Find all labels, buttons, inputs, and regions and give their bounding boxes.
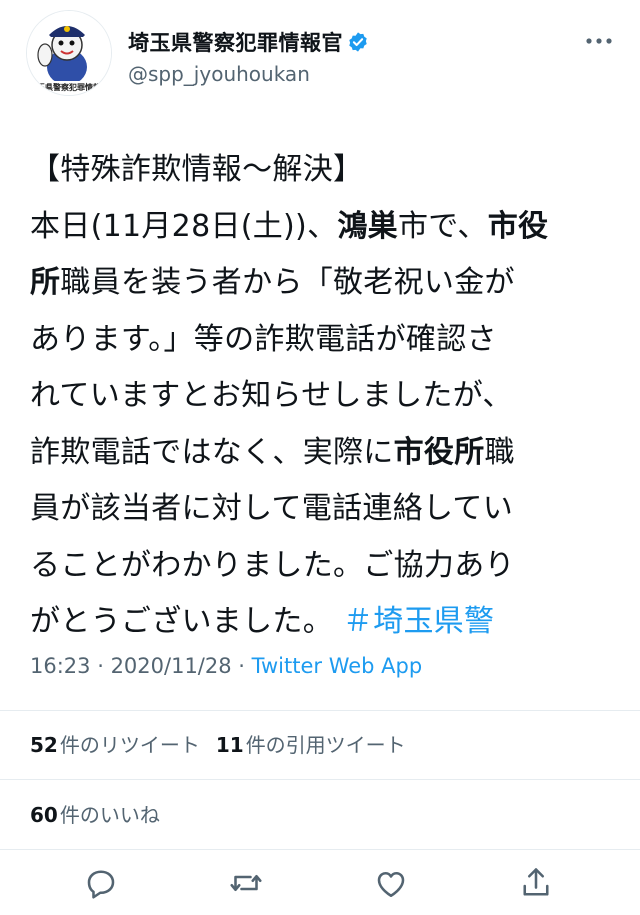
likes-label: 件のいいね xyxy=(59,803,160,827)
tweet-text-span: 職員を装う者から「敬老祝い金が xyxy=(60,265,515,300)
retweets-stat[interactable]: 52 件のリツイート xyxy=(30,729,200,758)
tweet-line: れていますとお知らせしましたが、 xyxy=(30,378,513,413)
tweet-header: 埼玉県警察犯罪情報官 埼玉県警察犯罪情報官 @spp_jyouhoukan xyxy=(0,0,640,110)
tweet-text-span: 職 xyxy=(484,434,515,470)
tweet-time[interactable]: 16:23 xyxy=(30,654,91,678)
tweet-line: 員が該当者に対して電話連絡してい xyxy=(30,491,513,526)
share-icon xyxy=(523,868,549,896)
reply-icon xyxy=(87,870,115,899)
avatar[interactable]: 埼玉県警察犯罪情報官 xyxy=(26,10,112,96)
meta-separator: · xyxy=(90,654,111,678)
tweet-text-span: 詐欺電話ではなく、実際に xyxy=(30,434,394,470)
tweet-actions-bar xyxy=(0,855,640,911)
likes-stat[interactable]: 60 件のいいね xyxy=(30,799,160,828)
quotes-count: 11 xyxy=(215,733,244,757)
divider xyxy=(0,710,640,711)
divider xyxy=(0,849,640,850)
avatar-caption: 埼玉県警察犯罪情報官 xyxy=(29,82,109,92)
stats-row-likes: 60 件のいいね xyxy=(30,799,176,828)
tweet-date[interactable]: 2020/11/28 xyxy=(111,654,232,678)
tweet-line: ることがわかりました。ご協力あり xyxy=(30,547,515,583)
tweet-line: あります。」等の詐欺電話が確認さ xyxy=(30,321,497,357)
tweet-bold-text: 市役所 xyxy=(393,434,485,470)
retweet-icon xyxy=(230,874,262,892)
tweet-meta: 16:23 · 2020/11/28 · Twitter Web App xyxy=(30,654,422,678)
display-name[interactable]: 埼玉県警察犯罪情報官 xyxy=(128,27,369,57)
hashtag-link[interactable]: ＃埼玉県警 xyxy=(343,604,495,639)
divider xyxy=(0,779,640,780)
police-mascot-image: 埼玉県警察犯罪情報官 xyxy=(27,11,111,95)
tweet-source-link[interactable]: Twitter Web App xyxy=(252,654,423,678)
like-icon xyxy=(377,871,405,898)
display-name-text[interactable]: 埼玉県警察犯罪情報官 xyxy=(128,31,343,55)
tweet-text-span: 市で、 xyxy=(397,208,488,244)
tweet-bold-text: 所 xyxy=(30,265,61,300)
tweet-line: 【特殊詐欺情報～解決】 xyxy=(30,152,364,187)
user-handle[interactable]: @spp_jyouhoukan xyxy=(128,62,310,86)
quotes-label: 件の引用ツイート xyxy=(245,733,406,757)
retweets-count: 52 xyxy=(30,733,58,757)
tweet-line: がとうございました。 xyxy=(30,604,333,639)
like-button[interactable] xyxy=(373,865,409,901)
more-icon xyxy=(586,38,612,44)
meta-separator: · xyxy=(231,654,252,678)
tweet-text-span: 本日(11月28日(土))、 xyxy=(30,208,338,244)
verified-badge-icon xyxy=(349,32,367,52)
more-button[interactable] xyxy=(582,26,616,56)
share-button[interactable] xyxy=(518,865,554,901)
likes-count: 60 xyxy=(30,803,58,827)
tweet-bold-text: 市役 xyxy=(487,208,549,244)
quotes-stat[interactable]: 11 件の引用ツイート xyxy=(216,729,406,758)
retweets-label: 件のリツイート xyxy=(59,733,200,757)
retweet-button[interactable] xyxy=(228,865,264,901)
tweet-text: 【特殊詐欺情報～解決】 本日(11月28日(土))、鴻巣市で、市役 所職員を装う… xyxy=(30,142,620,651)
reply-button[interactable] xyxy=(83,865,119,901)
stats-row-retweets: 52 件のリツイート 11 件の引用ツイート xyxy=(30,729,422,758)
tweet-bold-text: 鴻巣 xyxy=(337,208,398,244)
